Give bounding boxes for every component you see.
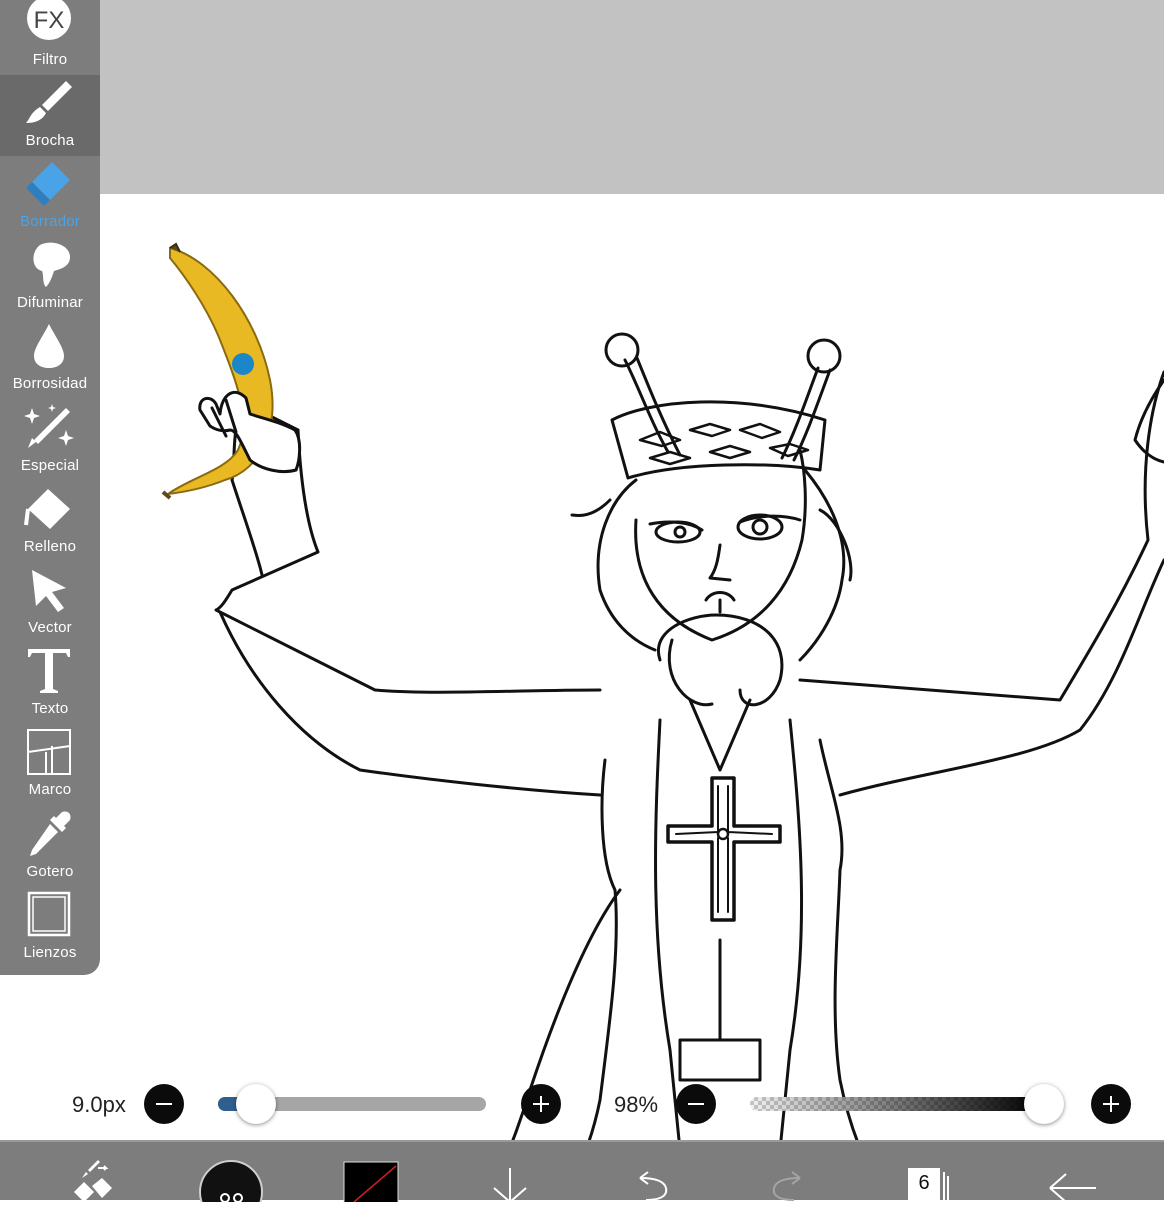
brush-size-slider-knob[interactable] — [235, 1084, 276, 1124]
opacity-slider-knob[interactable] — [1024, 1084, 1064, 1124]
tool-special[interactable]: Especial — [0, 400, 100, 481]
brush-size-value: 9.0px — [72, 1092, 126, 1117]
fx-icon: FX — [22, 0, 76, 46]
tool-label-brush: Brocha — [25, 132, 75, 149]
tool-vector[interactable]: Vector — [0, 562, 100, 643]
brush-tip-icon — [199, 1160, 263, 1207]
brush-eraser-swap-icon — [74, 1160, 112, 1202]
tool-label-eyedropper: Gotero — [26, 863, 74, 880]
minus-icon — [688, 1103, 704, 1105]
brush-controls: 9.0px 98% — [0, 1078, 1164, 1134]
tool-text[interactable]: Texto — [0, 643, 100, 724]
tool-blur[interactable]: Borrosidad — [0, 318, 100, 399]
tool-label-canvas: Lienzos — [23, 944, 77, 961]
tool-label-filter: Filtro — [32, 51, 68, 68]
tool-brush[interactable]: Brocha — [0, 75, 100, 156]
move-down-button[interactable] — [482, 1142, 538, 1204]
color-picker-button[interactable] — [342, 1142, 400, 1207]
tool-label-smudge: Difuminar — [17, 294, 83, 311]
minus-icon — [156, 1103, 172, 1105]
tool-label-vector: Vector — [28, 619, 72, 636]
tool-label-blur: Borrosidad — [12, 375, 88, 392]
back-button[interactable] — [1040, 1142, 1104, 1203]
blur-drop-icon — [22, 322, 76, 370]
layers-button[interactable]: 6 — [900, 1142, 956, 1207]
tool-label-text: Texto — [31, 700, 69, 717]
tool-filter[interactable]: FX Filtro — [0, 0, 100, 75]
tool-frame[interactable]: Marco — [0, 724, 100, 805]
brush-icon — [22, 79, 76, 127]
frame-panels-icon — [22, 728, 76, 776]
fx-icon-text: FX — [34, 7, 65, 34]
swap-tool-button[interactable] — [64, 1142, 120, 1202]
fill-bucket-icon — [22, 485, 76, 533]
eyedropper-icon — [22, 810, 76, 858]
canvas-square-icon — [22, 891, 76, 939]
tool-label-eraser: Borrador — [20, 213, 80, 230]
tool-eraser[interactable]: Borrador — [0, 156, 100, 237]
plus-icon — [533, 1096, 549, 1112]
eraser-icon — [22, 160, 76, 208]
smudge-icon — [22, 241, 76, 289]
magic-wand-icon — [22, 404, 76, 452]
cursor-arrow-icon — [22, 566, 76, 614]
tool-smudge[interactable]: Difuminar — [0, 237, 100, 318]
arrow-left-icon — [1049, 1173, 1096, 1203]
tool-label-special: Especial — [20, 457, 80, 474]
brush-size-decrease-button[interactable] — [144, 1084, 184, 1124]
bottom-toolbar: 6 — [0, 1140, 1164, 1207]
color-swatch-icon — [343, 1161, 399, 1207]
tool-fill[interactable]: Relleno — [0, 481, 100, 562]
redo-arrow-icon — [772, 1171, 801, 1201]
opacity-increase-button[interactable] — [1091, 1084, 1131, 1124]
brush-size-increase-button[interactable] — [521, 1084, 561, 1124]
opacity-slider[interactable] — [750, 1097, 1040, 1111]
layers-count: 6 — [918, 1172, 930, 1194]
text-t-icon — [22, 647, 76, 695]
tool-label-fill: Relleno — [23, 538, 77, 555]
tool-label-frame: Marco — [28, 781, 72, 798]
opacity-value: 98% — [614, 1092, 659, 1117]
tool-sidebar: FX Filtro Brocha Borrador Difuminar Borr… — [0, 0, 100, 975]
canvas-artwork — [161, 242, 1164, 1200]
tool-canvas[interactable]: Lienzos — [0, 887, 100, 968]
redo-button[interactable] — [762, 1142, 818, 1202]
brush-preview-button[interactable] — [198, 1142, 264, 1207]
undo-button[interactable] — [622, 1142, 678, 1202]
opacity-decrease-button[interactable] — [676, 1084, 716, 1124]
undo-arrow-icon — [639, 1171, 668, 1201]
arrow-down-icon — [493, 1168, 527, 1204]
plus-icon — [1103, 1096, 1119, 1112]
tool-eyedropper[interactable]: Gotero — [0, 806, 100, 887]
